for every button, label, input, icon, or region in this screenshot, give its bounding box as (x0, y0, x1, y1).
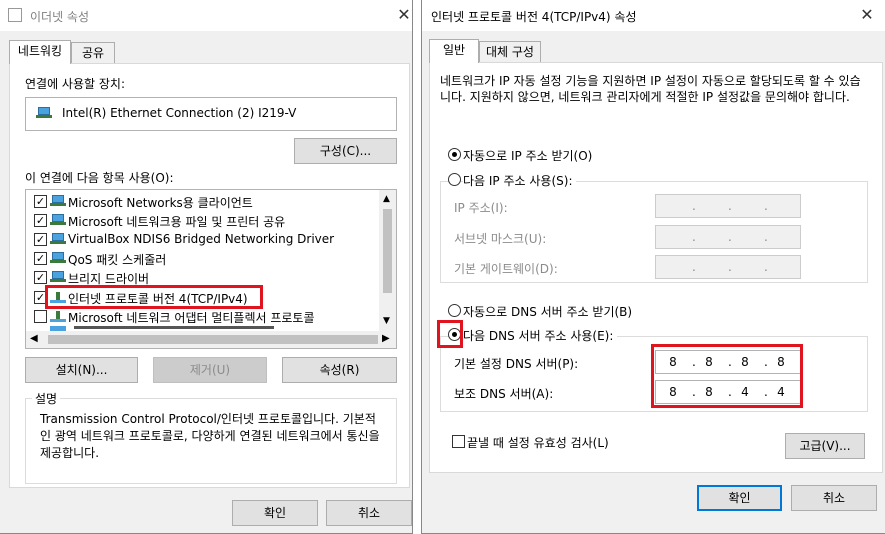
checkbox[interactable]: ✓ (34, 291, 47, 304)
intro-text: 네트워크가 IP 자동 설정 기능을 지원하면 IP 설정이 자동으로 할당되도… (440, 74, 861, 104)
description-label: 설명 (32, 390, 61, 407)
checkbox[interactable]: ✓ (34, 214, 47, 227)
protocol-icon (50, 292, 66, 304)
gateway-label: 기본 게이트웨이(D): (454, 262, 558, 276)
network-client-icon (50, 195, 66, 207)
preferred-dns-label: 기본 설정 DNS 서버(P): (454, 357, 579, 371)
item-label: Microsoft 네트워크 어댑터 멀티플렉서 프로토콜 (68, 311, 315, 325)
title-bar: 인터넷 프로토콜 버전 4(TCP/IPv4) 속성 ✕ (422, 0, 885, 31)
adapter-name: Intel(R) Ethernet Connection (2) I219-V (62, 106, 297, 120)
advanced-button[interactable]: 고급(V)... (785, 433, 865, 459)
item-label: QoS 패킷 스케줄러 (68, 253, 167, 267)
ipv4-properties-window: 인터넷 프로토콜 버전 4(TCP/IPv4) 속성 ✕ 일반 대체 구성 네트… (421, 0, 885, 534)
subnet-mask-field: ... (655, 225, 801, 249)
window-title: 인터넷 프로토콜 버전 4(TCP/IPv4) 속성 (431, 10, 637, 24)
ok-button[interactable]: 확인 (232, 500, 318, 526)
scroll-up-icon[interactable]: ▲ (383, 194, 390, 204)
tab-networking[interactable]: 네트워킹 (9, 40, 71, 64)
tab-general[interactable]: 일반 (429, 39, 479, 63)
adapter-box: Intel(R) Ethernet Connection (2) I219-V (25, 97, 397, 131)
description-text: Transmission Control Protocol/인터넷 프로토콜입니… (40, 412, 380, 460)
network-service-icon (50, 252, 66, 264)
general-panel: 네트워크가 IP 자동 설정 기능을 지원하면 IP 설정이 자동으로 할당되도… (429, 62, 883, 473)
close-icon[interactable]: ✕ (856, 4, 878, 26)
checkbox[interactable]: ✓ (34, 233, 47, 246)
configure-button[interactable]: 구성(C)... (294, 138, 397, 164)
alternate-dns-label: 보조 DNS 서버(A): (454, 387, 554, 401)
manual-ip-radio[interactable] (448, 173, 461, 186)
ethernet-properties-window: 이더넷 속성 ✕ 네트워킹 공유 연결에 사용할 장치: Intel(R) Et… (0, 0, 413, 534)
list-item[interactable]: ✓ Microsoft 네트워크용 파일 및 프린터 공유 (26, 211, 386, 230)
item-label: 인터넷 프로토콜 버전 4(TCP/IPv4) (68, 292, 248, 306)
auto-dns-radio[interactable] (448, 304, 461, 317)
list-item[interactable]: ✓ Microsoft Networks용 클라이언트 (26, 192, 386, 211)
list-item[interactable]: ✓ 인터넷 프로토콜 버전 4(TCP/IPv4) (26, 288, 386, 307)
network-service-icon (50, 271, 66, 283)
manual-ip-label: 다음 IP 주소 사용(S): (463, 172, 577, 189)
gateway-field: ... (655, 255, 801, 279)
title-bar: 이더넷 속성 ✕ (0, 0, 412, 31)
item-label: Microsoft Networks용 클라이언트 (68, 196, 253, 210)
items-label: 이 연결에 다음 항목 사용(O): (25, 171, 174, 185)
item-label: VirtualBox NDIS6 Bridged Networking Driv… (68, 232, 335, 246)
networking-panel: 연결에 사용할 장치: Intel(R) Ethernet Connection… (9, 63, 410, 488)
network-icon (8, 8, 22, 22)
list-item[interactable]: Microsoft 네트워크 어댑터 멀티플렉서 프로토콜 (26, 307, 386, 326)
items-list: ✓ Microsoft Networks용 클라이언트 ✓ Microsoft … (25, 189, 397, 349)
validate-label: 끝낼 때 설정 유효성 검사(L) (467, 436, 609, 450)
horizontal-scrollbar[interactable]: ◀ ▶ (26, 331, 396, 348)
ip-address-field: ... (655, 194, 801, 218)
checkbox[interactable]: ✓ (34, 271, 47, 284)
auto-ip-radio[interactable] (448, 148, 461, 161)
vertical-scrollbar[interactable]: ▲ ▼ (379, 190, 396, 331)
list-item[interactable]: ✓ 브리지 드라이버 (26, 268, 386, 287)
remove-button: 제거(U) (153, 357, 267, 383)
scroll-thumb[interactable] (48, 335, 378, 344)
ip-address-label: IP 주소(I): (454, 201, 508, 215)
item-label: Microsoft 네트워크용 파일 및 프린터 공유 (68, 215, 286, 229)
network-service-icon (50, 214, 66, 226)
checkbox[interactable]: ✓ (34, 252, 47, 265)
alternate-dns-field[interactable]: 8. 8. 4. 4 (655, 380, 801, 404)
auto-dns-label: 자동으로 DNS 서버 주소 받기(B) (463, 305, 633, 319)
list-item[interactable]: ✓ QoS 패킷 스케줄러 (26, 249, 386, 268)
list-item[interactable]: ✓ VirtualBox NDIS6 Bridged Networking Dr… (26, 230, 386, 249)
protocol-icon (50, 311, 66, 323)
checkbox[interactable]: ✓ (34, 195, 47, 208)
install-button[interactable]: 설치(N)... (25, 357, 138, 383)
network-service-icon (50, 233, 66, 245)
checkbox[interactable] (34, 310, 47, 323)
tab-alternate-config[interactable]: 대체 구성 (479, 41, 541, 63)
manual-dns-radio[interactable] (448, 328, 461, 341)
connect-using-label: 연결에 사용할 장치: (25, 77, 125, 91)
scroll-thumb[interactable] (383, 209, 392, 293)
preferred-dns-field[interactable]: 8. 8. 8. 8 (655, 350, 801, 374)
window-title: 이더넷 속성 (30, 10, 90, 24)
subnet-mask-label: 서브넷 마스크(U): (454, 232, 547, 246)
scroll-left-icon[interactable]: ◀ (30, 333, 38, 344)
cancel-button[interactable]: 취소 (326, 500, 412, 526)
auto-ip-label: 자동으로 IP 주소 받기(O) (463, 149, 593, 163)
tab-sharing[interactable]: 공유 (71, 42, 115, 64)
close-icon[interactable]: ✕ (393, 4, 415, 26)
ok-button[interactable]: 확인 (697, 485, 782, 511)
manual-dns-label: 다음 DNS 서버 주소 사용(E): (463, 327, 618, 344)
properties-button[interactable]: 속성(R) (282, 357, 397, 383)
validate-checkbox[interactable] (452, 435, 465, 448)
scroll-right-icon[interactable]: ▶ (382, 333, 390, 344)
network-adapter-icon (36, 107, 52, 119)
description-group: 설명 Transmission Control Protocol/인터넷 프로토… (25, 390, 397, 484)
item-label: 브리지 드라이버 (68, 272, 150, 286)
cancel-button[interactable]: 취소 (791, 485, 877, 511)
scroll-down-icon[interactable]: ▼ (383, 316, 390, 326)
